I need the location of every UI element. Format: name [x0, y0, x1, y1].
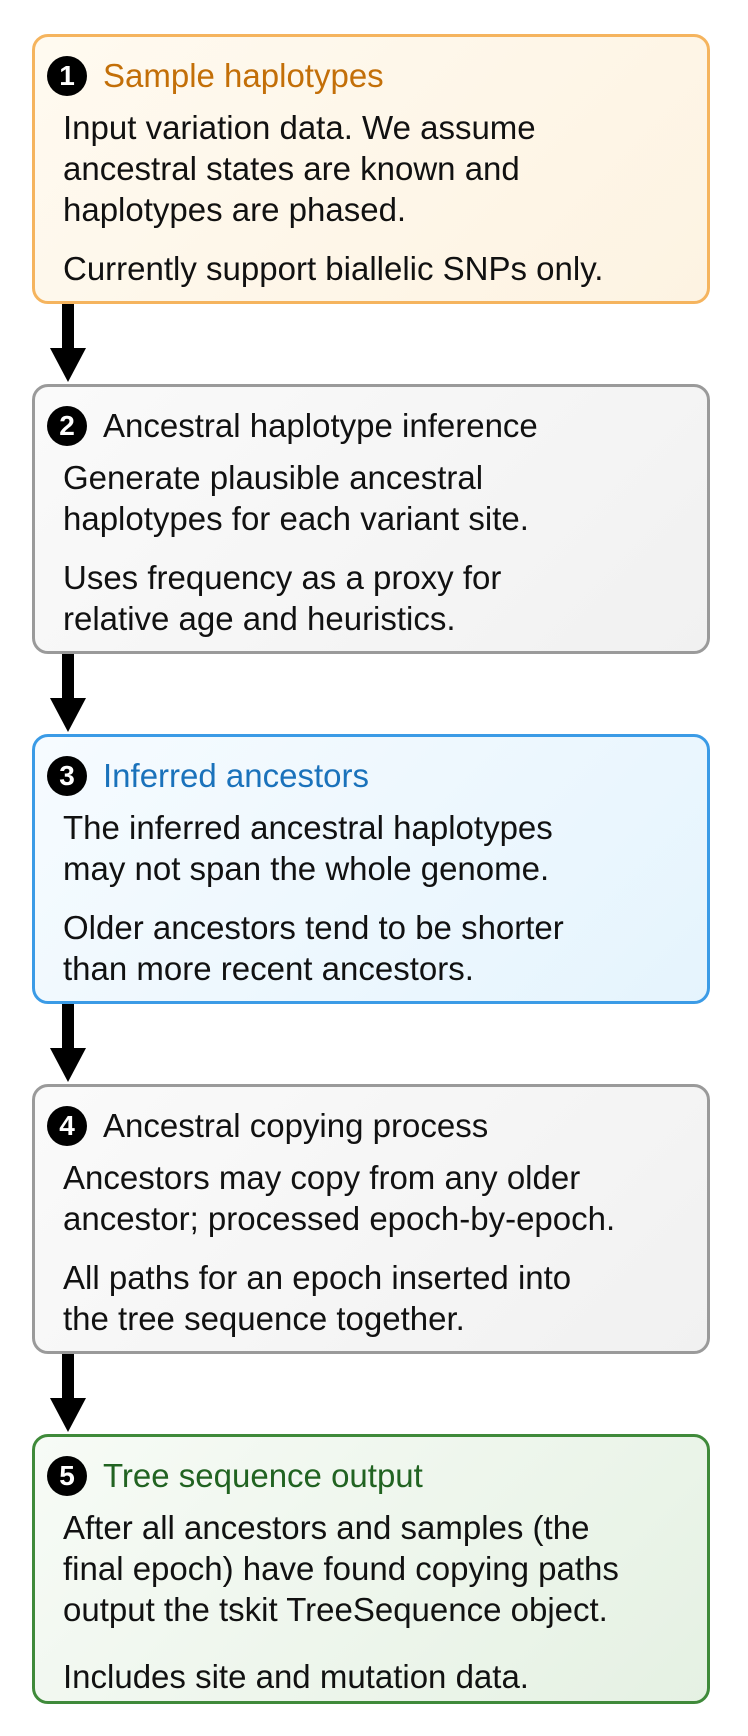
- step-tree-sequence-output: 5 Tree sequence output After all ancesto…: [32, 1434, 710, 1704]
- down-arrow-icon: [50, 1004, 86, 1084]
- step-number-badge: 3: [47, 756, 87, 796]
- step-title: Tree sequence output: [103, 1457, 423, 1494]
- step-number-badge: 4: [47, 1106, 87, 1146]
- step-header: 5 Tree sequence output: [47, 1455, 687, 1497]
- down-arrow-icon: [50, 1354, 86, 1434]
- step-note: Includes site and mutation data.: [63, 1658, 529, 1695]
- step-description: Input variation data. We assume ancestra…: [63, 109, 536, 228]
- step-title: Sample haplotypes: [103, 57, 384, 94]
- step-title: Ancestral haplotype inference: [103, 407, 538, 444]
- step-header: 1 Sample haplotypes: [47, 55, 687, 97]
- step-header: 2 Ancestral haplotype inference: [47, 405, 687, 447]
- step-header: 3 Inferred ancestors: [47, 755, 687, 797]
- step-number-badge: 5: [47, 1456, 87, 1496]
- step-description: After all ancestors and samples (the fin…: [63, 1509, 619, 1628]
- step-inferred-ancestors: 3 Inferred ancestors The inferred ancest…: [32, 734, 710, 1004]
- step-description: The inferred ancestral haplotypes may no…: [63, 809, 553, 887]
- step-title: Inferred ancestors: [103, 757, 369, 794]
- step-ancestral-copying-process: 4 Ancestral copying process Ancestors ma…: [32, 1084, 710, 1354]
- step-note: All paths for an epoch inserted into the…: [63, 1259, 572, 1337]
- step-description: Generate plausible ancestral haplotypes …: [63, 459, 529, 537]
- down-arrow-icon: [50, 654, 86, 734]
- step-note: Uses frequency as a proxy for relative a…: [63, 559, 502, 637]
- step-note: Currently support biallelic SNPs only.: [63, 250, 604, 287]
- step-description: Ancestors may copy from any older ancest…: [63, 1159, 616, 1237]
- step-number-badge: 2: [47, 406, 87, 446]
- step-header: 4 Ancestral copying process: [47, 1105, 687, 1147]
- step-number-badge: 1: [47, 56, 87, 96]
- step-sample-haplotypes: 1 Sample haplotypes Input variation data…: [32, 34, 710, 304]
- step-ancestral-haplotype-inference: 2 Ancestral haplotype inference Generate…: [32, 384, 710, 654]
- step-note: Older ancestors tend to be shorter than …: [63, 909, 564, 987]
- down-arrow-icon: [50, 304, 86, 384]
- step-title: Ancestral copying process: [103, 1107, 489, 1144]
